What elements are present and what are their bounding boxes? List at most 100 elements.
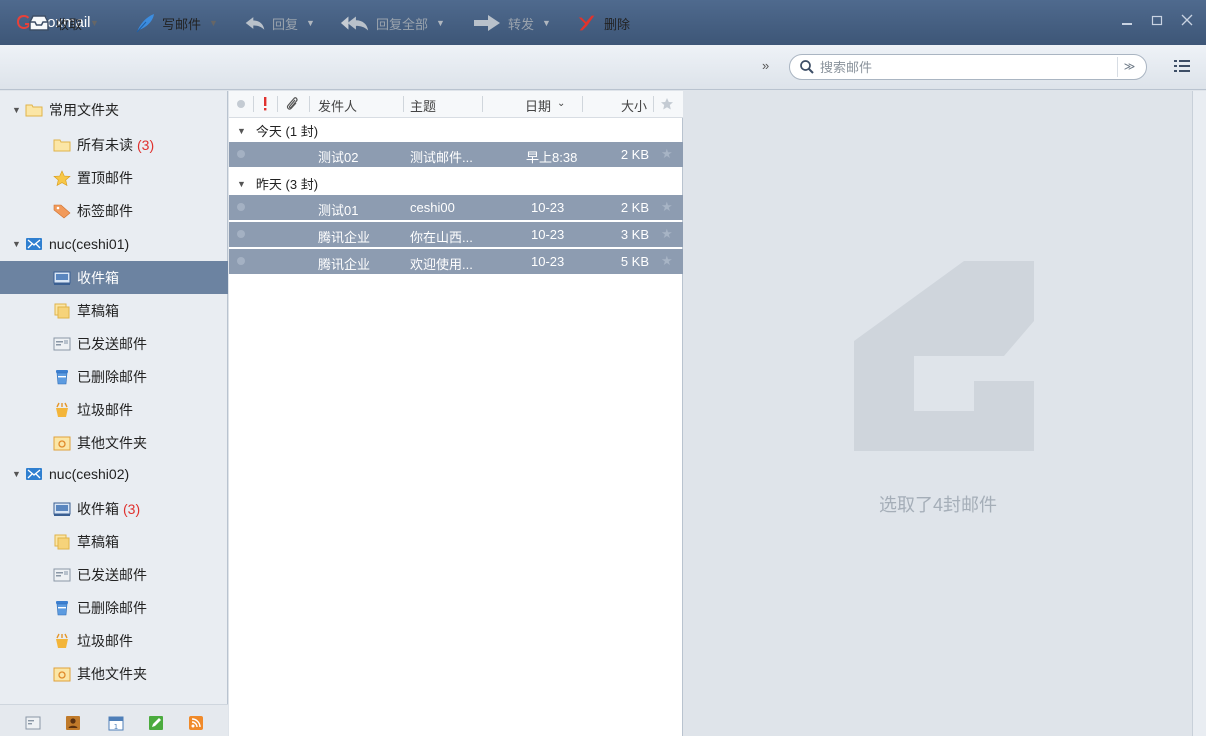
delete-label: 删除	[604, 16, 631, 32]
mail-view-icon[interactable]	[25, 715, 41, 731]
folder-icon	[25, 104, 43, 116]
search-input[interactable]	[820, 58, 1110, 76]
drafts-icon	[54, 534, 70, 549]
sidebar-item-inbox[interactable]: 收件箱 (3)	[0, 492, 228, 525]
column-size[interactable]: 大小	[621, 96, 647, 115]
sidebar-item-other-folders[interactable]: 其他文件夹	[0, 657, 228, 690]
message-row[interactable]: 腾讯企业 你在山西... 10-23 3 KB ★	[229, 222, 683, 247]
preview-pane: 选取了4封邮件	[684, 91, 1192, 736]
collapse-triangle-icon[interactable]: ▼	[237, 179, 246, 189]
sidebar-item-sent[interactable]: 已发送邮件	[0, 327, 228, 360]
dropdown-arrow-icon[interactable]: ▼	[306, 18, 315, 28]
sidebar-item-other-folders[interactable]: 其他文件夹	[0, 426, 228, 459]
favorites-group[interactable]: ▼ 常用文件夹	[0, 93, 228, 126]
column-sender[interactable]: 发件人	[318, 96, 357, 115]
sidebar-item-inbox[interactable]: 收件箱	[0, 261, 228, 294]
message-date: 10-23	[531, 200, 565, 215]
message-size: 3 KB	[620, 227, 649, 242]
inbox-icon	[53, 271, 71, 285]
contacts-icon[interactable]	[65, 715, 81, 731]
read-status-dot-icon[interactable]	[237, 230, 245, 238]
sidebar-item-label: 垃圾邮件	[77, 632, 133, 649]
sent-icon	[53, 337, 71, 350]
message-row[interactable]: 测试02 测试邮件... 早上8:38 2 KB ★	[229, 142, 683, 167]
receive-button[interactable]: 收取 ▼	[28, 10, 99, 36]
star-flag-icon[interactable]: ★	[661, 226, 673, 242]
flag-column-star-icon[interactable]	[660, 97, 674, 111]
sidebar-item-spam[interactable]: 垃圾邮件	[0, 624, 228, 657]
dropdown-arrow-icon[interactable]: ▼	[209, 18, 218, 28]
sidebar-item-deleted[interactable]: 已删除邮件	[0, 360, 228, 393]
expand-triangle-icon[interactable]: ▼	[12, 239, 21, 249]
delete-button[interactable]: 删除	[576, 10, 630, 36]
message-subject: 欢迎使用...	[410, 257, 473, 272]
group-yesterday[interactable]: ▼ 昨天 (3 封)	[229, 171, 683, 196]
expand-triangle-icon[interactable]: ▼	[12, 105, 21, 115]
read-status-dot-icon[interactable]	[237, 203, 245, 211]
forward-button[interactable]: 转发 ▼	[472, 10, 551, 36]
compose-button[interactable]: 写邮件 ▼	[134, 10, 218, 36]
expand-triangle-icon[interactable]: ▼	[12, 469, 21, 479]
reply-button[interactable]: 回复 ▼	[244, 10, 315, 36]
star-flag-icon[interactable]: ★	[661, 146, 673, 162]
folder-sidebar: ▼ 常用文件夹 所有未读 (3) 置顶邮件 标签邮件 ▼ nuc(ceshi01…	[0, 91, 228, 736]
dropdown-arrow-icon[interactable]: ▼	[90, 18, 99, 28]
sidebar-item-label: 置顶邮件	[77, 169, 133, 186]
message-size: 2 KB	[620, 147, 649, 162]
sidebar-item-spam[interactable]: 垃圾邮件	[0, 393, 228, 426]
sidebar-item-tagged[interactable]: 标签邮件	[0, 194, 228, 227]
group-today[interactable]: ▼ 今天 (1 封)	[229, 118, 683, 143]
reply-label: 回复	[272, 16, 299, 32]
column-date[interactable]: 日期	[525, 96, 551, 115]
compose-label: 写邮件	[162, 16, 202, 32]
toolbar-overflow-button[interactable]: »	[762, 58, 769, 73]
sort-desc-icon[interactable]: ⌄	[557, 98, 565, 109]
dropdown-arrow-icon[interactable]: ▼	[436, 18, 445, 28]
maximize-button[interactable]	[1146, 12, 1168, 34]
minimize-button[interactable]	[1116, 12, 1138, 34]
drafts-icon	[54, 303, 70, 318]
attachment-column-icon[interactable]	[285, 96, 299, 112]
sidebar-item-deleted[interactable]: 已删除邮件	[0, 591, 228, 624]
priority-column-icon[interactable]	[262, 97, 268, 111]
message-date: 早上8:38	[526, 150, 578, 165]
dropdown-arrow-icon[interactable]: ▼	[542, 18, 551, 28]
read-status-column-icon[interactable]	[236, 99, 246, 109]
column-subject[interactable]: 主题	[410, 96, 436, 115]
read-status-dot-icon[interactable]	[237, 257, 245, 265]
account-label: nuc(ceshi02)	[49, 465, 130, 482]
sent-icon	[53, 568, 71, 581]
close-icon	[1181, 14, 1193, 26]
sidebar-item-drafts[interactable]: 草稿箱	[0, 294, 228, 327]
account-group-ceshi01[interactable]: ▼ nuc(ceshi01)	[0, 227, 228, 260]
rss-feed-icon[interactable]	[188, 715, 204, 731]
reply-all-arrow-icon	[340, 12, 370, 34]
collapse-triangle-icon[interactable]: ▼	[237, 126, 246, 136]
other-folder-icon	[53, 667, 71, 681]
main-menu-icon[interactable]	[1172, 56, 1192, 76]
forward-label: 转发	[508, 16, 535, 32]
sidebar-item-drafts[interactable]: 草稿箱	[0, 525, 228, 558]
read-status-dot-icon[interactable]	[237, 150, 245, 158]
star-flag-icon[interactable]: ★	[661, 253, 673, 269]
search-options-button[interactable]: ≫	[1117, 57, 1141, 77]
calendar-icon[interactable]: 1	[108, 715, 124, 731]
close-button[interactable]	[1176, 12, 1198, 34]
message-row[interactable]: 测试01 ceshi00 10-23 2 KB ★	[229, 195, 683, 220]
search-box[interactable]: ≫	[789, 54, 1147, 80]
vertical-scrollbar[interactable]	[1192, 91, 1206, 736]
sidebar-item-all-unread[interactable]: 所有未读 (3)	[0, 128, 228, 161]
account-group-ceshi02[interactable]: ▼ nuc(ceshi02)	[0, 457, 228, 490]
folder-icon	[53, 139, 71, 151]
sidebar-item-label: 标签邮件	[77, 202, 133, 219]
sidebar-item-pinned[interactable]: 置顶邮件	[0, 161, 228, 194]
star-flag-icon[interactable]: ★	[661, 199, 673, 215]
reply-all-button[interactable]: 回复全部 ▼	[340, 10, 445, 36]
notes-icon[interactable]	[148, 715, 164, 731]
message-list-pane: 发件人 主题 日期 ⌄ 大小 ▼ 今天 (1 封) 测试02 测试邮件... 早…	[229, 91, 683, 736]
sidebar-item-sent[interactable]: 已发送邮件	[0, 558, 228, 591]
message-row[interactable]: 腾讯企业 欢迎使用... 10-23 5 KB ★	[229, 249, 683, 274]
account-mail-icon	[26, 237, 42, 250]
svg-text:1: 1	[114, 723, 118, 731]
sidebar-bottom-bar: 1	[0, 704, 228, 736]
